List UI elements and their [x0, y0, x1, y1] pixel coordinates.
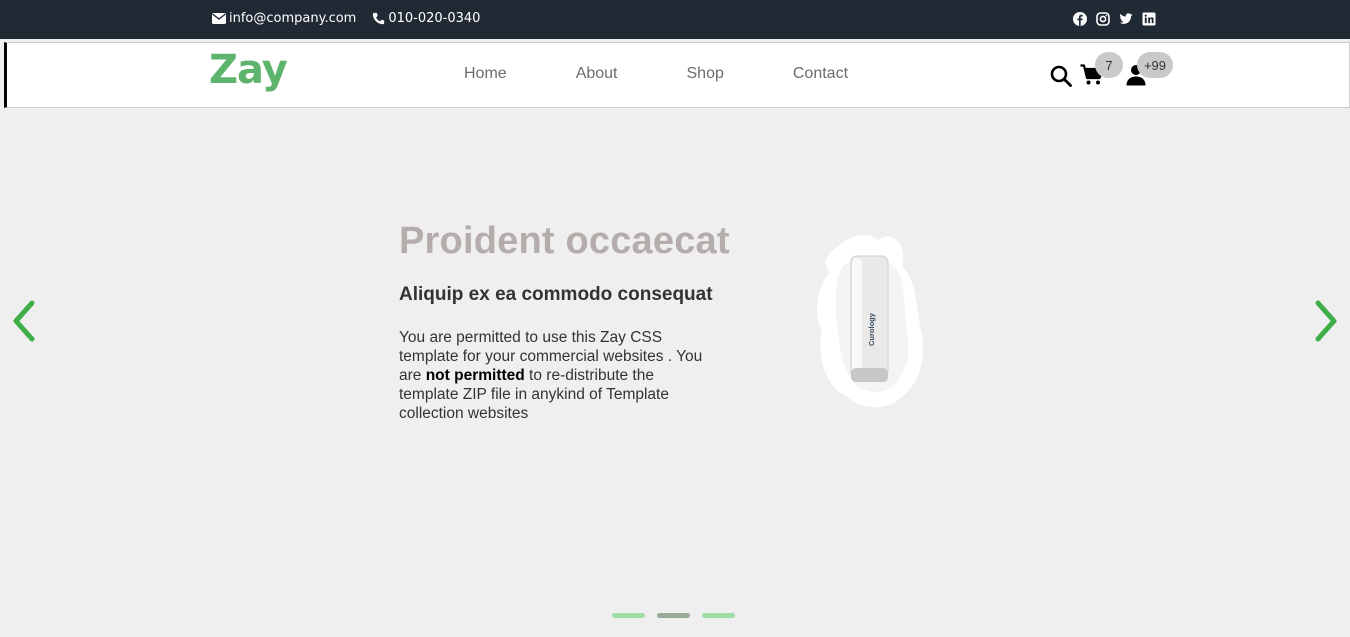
phone-icon: [373, 12, 385, 25]
hero-carousel: Proident occaecat Aliquip ex ea commodo …: [0, 108, 1350, 637]
envelope-icon: [212, 13, 226, 24]
email-text: info@company.com: [229, 11, 357, 26]
cart-count-badge: 7: [1095, 52, 1123, 78]
phone-link[interactable]: 010-020-0340: [372, 11, 480, 26]
product-label: Curology: [867, 312, 876, 346]
contact-info: info@company.com 010-020-0340: [212, 11, 496, 26]
nav-icons: 7 +99: [1047, 51, 1177, 101]
email-link[interactable]: info@company.com: [212, 11, 356, 26]
carousel-indicator-2[interactable]: [657, 613, 690, 618]
top-bar: info@company.com 010-020-0340: [0, 0, 1350, 39]
brand-logo[interactable]: Zay: [209, 47, 288, 93]
nav-contact[interactable]: Contact: [793, 65, 848, 83]
nav-shop[interactable]: Shop: [687, 65, 724, 83]
user-count-badge: +99: [1137, 52, 1173, 78]
main-menu: Home About Shop Contact: [464, 65, 917, 83]
social-links: [1073, 12, 1165, 26]
slide-text-bold: not permitted: [425, 367, 525, 384]
main-navbar: Zay Home About Shop Contact 7 +99: [4, 42, 1350, 108]
twitter-icon[interactable]: [1119, 12, 1133, 26]
linkedin-icon[interactable]: [1142, 12, 1156, 26]
facebook-icon[interactable]: [1073, 12, 1087, 26]
instagram-icon[interactable]: [1096, 12, 1110, 26]
slide-title: Proident occaecat: [399, 220, 730, 262]
slide-description: You are permitted to use this Zay CSS te…: [399, 328, 709, 423]
chevron-left-icon: [13, 300, 35, 342]
carousel-indicators: [612, 613, 747, 618]
nav-home[interactable]: Home: [464, 65, 507, 83]
chevron-right-icon: [1315, 300, 1337, 342]
nav-about[interactable]: About: [576, 65, 618, 83]
carousel-indicator-3[interactable]: [702, 613, 735, 618]
carousel-indicator-1[interactable]: [612, 613, 645, 618]
carousel-prev-button[interactable]: [10, 298, 40, 344]
product-image: Curology: [806, 228, 936, 413]
carousel-next-button[interactable]: [1310, 298, 1340, 344]
search-icon[interactable]: [1050, 65, 1072, 91]
slide-subtitle: Aliquip ex ea commodo consequat: [399, 284, 713, 305]
phone-text: 010-020-0340: [388, 11, 481, 26]
